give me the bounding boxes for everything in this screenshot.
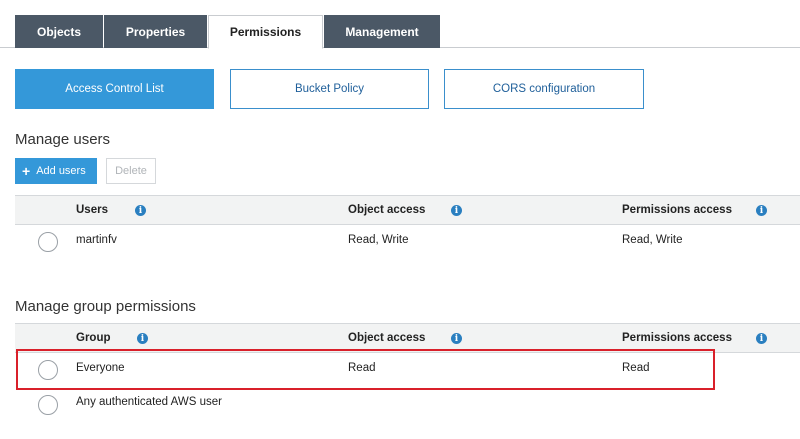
object-access-value: Read, Write xyxy=(348,234,409,246)
row-radio[interactable] xyxy=(38,395,58,415)
bucket-policy-button[interactable]: Bucket Policy xyxy=(230,69,429,109)
row-radio[interactable] xyxy=(38,232,58,252)
info-icon[interactable]: i xyxy=(451,333,462,344)
info-icon[interactable]: i xyxy=(135,205,146,216)
permissions-access-column-header: Permissions access xyxy=(622,332,732,344)
table-row: martinfv Read, Write Read, Write xyxy=(15,226,800,258)
permissions-access-value: Read xyxy=(622,362,650,374)
object-access-value: Read xyxy=(348,362,376,374)
row-radio[interactable] xyxy=(38,360,58,380)
users-column-header: Users xyxy=(76,204,108,216)
add-users-label: Add users xyxy=(36,165,86,177)
access-control-list-button[interactable]: Access Control List xyxy=(15,69,214,109)
manage-users-title: Manage users xyxy=(15,131,111,148)
users-table-header: Users i Object access i Permissions acce… xyxy=(15,195,800,225)
table-row: Any authenticated AWS user xyxy=(15,389,800,421)
add-users-button[interactable]: + Add users xyxy=(15,158,97,184)
object-access-column-header: Object access xyxy=(348,332,426,344)
group-table-header: Group i Object access i Permissions acce… xyxy=(15,323,800,353)
cors-configuration-button[interactable]: CORS configuration xyxy=(444,69,644,109)
delete-button[interactable]: Delete xyxy=(106,158,156,184)
group-name: Any authenticated AWS user xyxy=(76,396,222,408)
tab-management[interactable]: Management xyxy=(324,15,440,48)
tab-bar: Objects Properties Permissions Managemen… xyxy=(0,0,800,49)
info-icon[interactable]: i xyxy=(756,205,767,216)
tab-properties[interactable]: Properties xyxy=(104,15,207,48)
table-row: Everyone Read Read xyxy=(15,354,800,386)
info-icon[interactable]: i xyxy=(137,333,148,344)
tab-objects[interactable]: Objects xyxy=(15,15,103,48)
tab-permissions[interactable]: Permissions xyxy=(208,15,323,49)
group-name: Everyone xyxy=(76,362,125,374)
permissions-access-value: Read, Write xyxy=(622,234,683,246)
plus-icon: + xyxy=(22,163,31,179)
info-icon[interactable]: i xyxy=(451,205,462,216)
user-name: martinfv xyxy=(76,234,117,246)
permissions-access-column-header: Permissions access xyxy=(622,204,732,216)
group-column-header: Group xyxy=(76,332,111,344)
object-access-column-header: Object access xyxy=(348,204,426,216)
manage-group-permissions-title: Manage group permissions xyxy=(15,298,196,315)
info-icon[interactable]: i xyxy=(756,333,767,344)
